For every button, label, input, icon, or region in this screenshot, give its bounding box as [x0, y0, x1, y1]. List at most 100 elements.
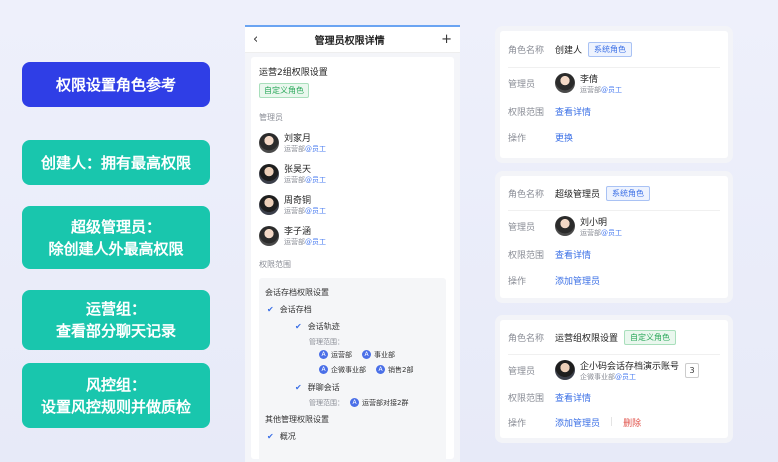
- other-settings-heading: 其他管理权限设置: [265, 415, 329, 424]
- admin-count-badge[interactable]: 3: [685, 362, 700, 378]
- back-icon[interactable]: ‹: [253, 32, 258, 47]
- dept-chip: A 运营部对接2群: [350, 398, 408, 408]
- admin-dept: 运营部: [580, 85, 601, 94]
- admin-role: @员工: [305, 176, 326, 184]
- avatar: [259, 163, 279, 184]
- label-super-admin: 超级管理员： 除创建人外最高权限: [22, 206, 210, 269]
- label-operations-group: 运营组： 查看部分聊天记录: [22, 290, 210, 350]
- dept-icon: A: [319, 350, 328, 359]
- admin-name: 刘家月: [284, 134, 312, 144]
- scope-label: 权限范围: [508, 250, 545, 261]
- admin-label: 管理员: [508, 222, 536, 233]
- admin-name: 李子涵: [284, 227, 312, 237]
- dept-chip: A 事业部: [362, 350, 395, 360]
- admin-dept: 运营部: [284, 238, 305, 246]
- admin-member[interactable]: 张昊天 运营部@员工: [259, 162, 446, 185]
- archive-permission: 会话存档: [279, 305, 312, 314]
- permission-group-card: 运营2组权限设置 自定义角色 管理员 刘家月 运营部@员工 张昊天 运营部@员工: [251, 57, 454, 462]
- admin-role: @员工: [615, 372, 636, 381]
- ops-label: 操作: [508, 276, 527, 287]
- role-name: 创建人: [555, 45, 583, 56]
- dept-chip: A 销售2部: [376, 365, 413, 375]
- admin-member[interactable]: 周奇铜 运营部@员工: [259, 193, 446, 216]
- check-icon[interactable]: ✔: [267, 305, 274, 314]
- dept-icon: A: [362, 350, 371, 359]
- divider: |: [610, 417, 614, 427]
- custom-role-tag: 自定义角色: [624, 329, 677, 345]
- admin-role: @员工: [601, 85, 622, 94]
- ops-label: 操作: [508, 133, 527, 144]
- overview-permission: 概况: [279, 432, 296, 441]
- role-card-creator: 角色名称 创建人 系统角色 管理员 李倩 运营部@员工 权限范围 查看详情 操作…: [500, 31, 728, 158]
- admin-dept: 运营部: [284, 145, 305, 153]
- role-card-operations: 角色名称 运营组权限设置 自定义角色 管理员 企小码会话存档演示账号 企微事业部…: [500, 320, 728, 438]
- admin-name: 刘小明: [580, 217, 608, 228]
- admin-name: 张昊天: [284, 165, 312, 175]
- group-chat-permission: 群聊会话: [307, 383, 340, 392]
- admin-role: @员工: [305, 238, 326, 246]
- range-label: 管理范围：: [309, 398, 344, 407]
- add-icon[interactable]: +: [441, 32, 452, 47]
- avatar: [259, 225, 279, 246]
- group-title: 运营2组权限设置: [259, 68, 328, 78]
- label-creator: 创建人：拥有最高权限: [22, 140, 210, 185]
- view-details-link[interactable]: 查看详情: [555, 248, 591, 261]
- dept-chip: A 企微事业部: [319, 365, 366, 375]
- dept-icon: A: [319, 365, 328, 374]
- admin-label: 管理员: [508, 366, 536, 377]
- scope-section-label: 权限范围: [259, 260, 291, 269]
- dept-icon: A: [376, 365, 385, 374]
- page-title: 管理员权限详情: [314, 36, 385, 47]
- admin-member[interactable]: 刘家月 运营部@员工: [259, 131, 446, 154]
- archive-settings-heading: 会话存档权限设置: [265, 288, 329, 297]
- admin-dept: 运营部: [284, 207, 305, 215]
- admin-dept: 企微事业部: [580, 372, 615, 381]
- custom-role-tag: 自定义角色: [259, 83, 309, 98]
- track-permission: 会话轨迹: [307, 322, 340, 331]
- permission-scope-panel: 会话存档权限设置 ✔ 会话存档 ✔ 会话轨迹 管理范围： A 运营部 A 事业部 A…: [259, 278, 446, 462]
- avatar: [555, 73, 575, 93]
- avatar: [555, 216, 575, 236]
- check-icon[interactable]: ✔: [295, 383, 302, 392]
- admin-name: 李倩: [580, 74, 599, 85]
- label-risk-control-group: 风控组： 设置风控规则并做质检: [22, 363, 210, 428]
- ops-label: 操作: [508, 418, 527, 429]
- admin-permission-detail-screen: ‹ 管理员权限详情 + 运营2组权限设置 自定义角色 管理员 刘家月 运营部@员…: [245, 25, 460, 462]
- system-role-tag: 系统角色: [588, 41, 633, 57]
- role-name: 超级管理员: [555, 189, 601, 200]
- admin-role: @员工: [305, 145, 326, 153]
- system-role-tag: 系统角色: [606, 185, 651, 201]
- admin-dept: 运营部: [284, 176, 305, 184]
- view-details-link[interactable]: 查看详情: [555, 391, 591, 404]
- admin-role: @员工: [601, 228, 622, 237]
- admins-section-label: 管理员: [259, 113, 283, 122]
- check-icon[interactable]: ✔: [267, 432, 274, 441]
- check-icon[interactable]: ✔: [295, 322, 302, 331]
- range-label: 管理范围：: [309, 337, 344, 346]
- avatar: [259, 194, 279, 215]
- admin-dept: 运营部: [580, 228, 601, 237]
- add-admin-button[interactable]: 添加管理员: [555, 274, 600, 287]
- phone-header: ‹ 管理员权限详情 +: [245, 27, 460, 53]
- dept-chip: A 运营部: [319, 350, 352, 360]
- role-name-label: 角色名称: [508, 333, 545, 344]
- admin-label: 管理员: [508, 79, 536, 90]
- dept-icon: A: [350, 398, 359, 407]
- avatar: [259, 132, 279, 153]
- admin-name: 周奇铜: [284, 196, 312, 206]
- role-name-label: 角色名称: [508, 189, 545, 200]
- admin-name: 企小码会话存档演示账号: [580, 361, 680, 372]
- role-card-super-admin: 角色名称 超级管理员 系统角色 管理员 刘小明 运营部@员工 权限范围 查看详情…: [500, 176, 728, 298]
- role-name: 运营组权限设置: [555, 333, 619, 344]
- view-details-link[interactable]: 查看详情: [555, 105, 591, 118]
- delete-button[interactable]: 删除: [623, 416, 641, 429]
- scope-label: 权限范围: [508, 107, 545, 118]
- replace-button[interactable]: 更换: [555, 131, 573, 144]
- admin-member[interactable]: 李子涵 运营部@员工: [259, 224, 446, 247]
- label-permission-reference: 权限设置角色参考: [22, 62, 210, 107]
- role-name-label: 角色名称: [508, 45, 545, 56]
- add-admin-button[interactable]: 添加管理员: [555, 416, 600, 429]
- avatar: [555, 360, 575, 380]
- admin-role: @员工: [305, 207, 326, 215]
- scope-label: 权限范围: [508, 393, 545, 404]
